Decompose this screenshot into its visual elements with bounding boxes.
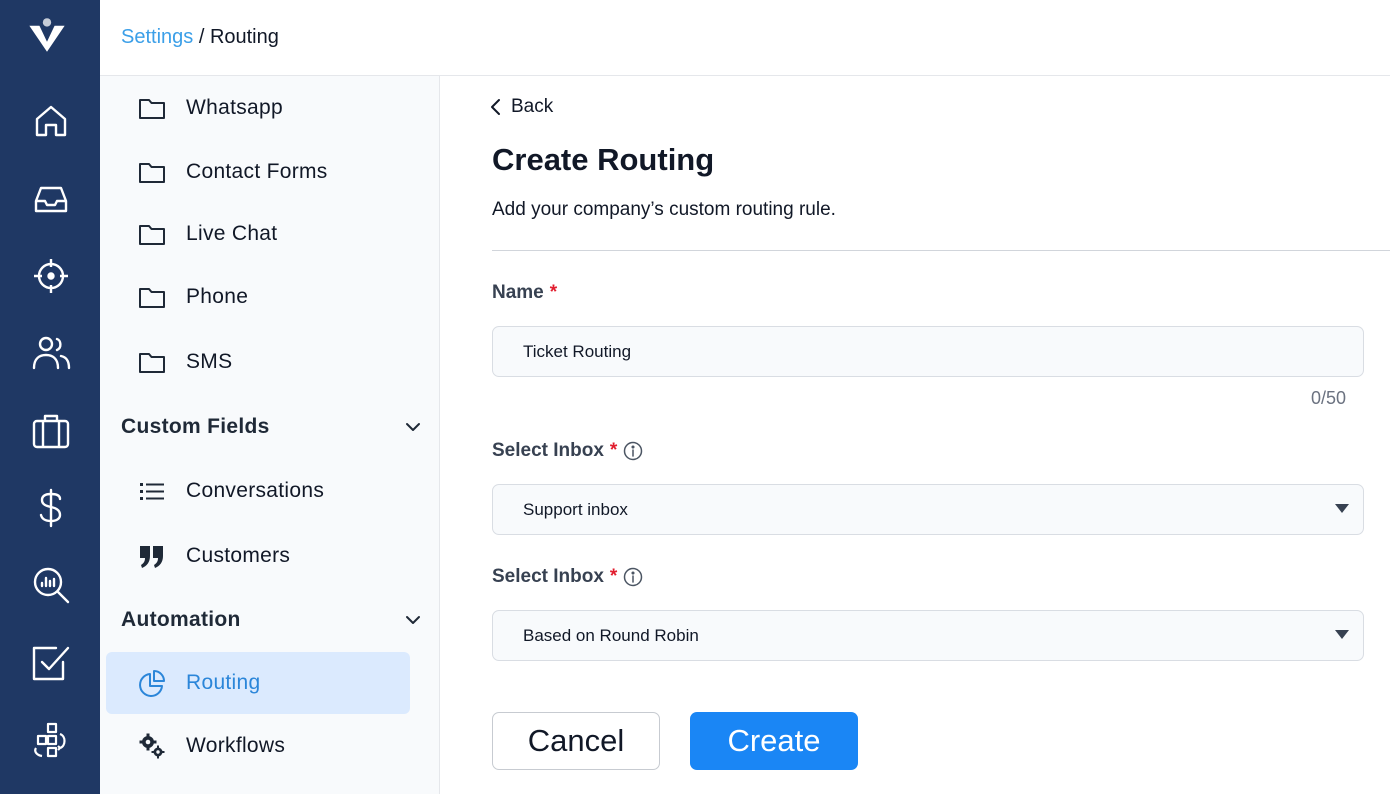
sidebar-item-label: Live Chat — [186, 222, 278, 245]
folder-icon — [138, 348, 166, 376]
sidebar-item-conversations[interactable]: Conversations — [106, 460, 410, 522]
create-button[interactable]: Create — [690, 712, 858, 770]
nav-target[interactable] — [30, 255, 72, 297]
app-rail — [0, 0, 100, 794]
required-marker: * — [609, 566, 618, 587]
sidebar-item-whatsapp[interactable]: Whatsapp — [106, 77, 410, 139]
back-link[interactable]: Back — [489, 96, 553, 118]
caret-down-icon — [1335, 504, 1349, 513]
folder-icon — [138, 220, 166, 248]
sidebar-item-customers[interactable]: Customers — [106, 525, 410, 587]
required-marker: * — [549, 282, 558, 303]
gears-icon — [138, 732, 166, 760]
name-input[interactable]: Ticket Routing — [492, 326, 1364, 377]
breadcrumb: Settings / Routing — [121, 26, 279, 49]
inbox-select-value: Support inbox — [523, 499, 628, 519]
breadcrumb-separator: / — [193, 26, 210, 48]
analytics-search-icon — [33, 567, 70, 604]
name-input-value: Ticket Routing — [523, 341, 632, 361]
nav-tasks[interactable] — [30, 642, 72, 684]
nav-home[interactable] — [30, 100, 72, 142]
folder-icon — [138, 94, 166, 122]
list-icon — [138, 477, 166, 505]
sidebar-item-phone[interactable]: Phone — [106, 266, 410, 328]
back-label: Back — [511, 96, 554, 117]
required-marker: * — [609, 440, 618, 461]
folder-icon — [138, 283, 166, 311]
target-icon — [34, 259, 68, 293]
flow-icon — [34, 722, 66, 758]
sidebar-item-routing[interactable]: Routing — [106, 652, 410, 714]
users-icon — [32, 336, 71, 370]
sidebar-item-label: Customers — [186, 544, 291, 567]
inbox-label: Select Inbox * — [492, 440, 643, 462]
sidebar-item-label: SMS — [186, 350, 233, 373]
inbox-label-text: Select Inbox — [492, 440, 604, 461]
method-select[interactable]: Based on Round Robin — [492, 610, 1364, 661]
sidebar-item-label: Conversations — [186, 479, 325, 502]
section-title: Automation — [121, 608, 241, 631]
app-logo[interactable] — [26, 14, 76, 64]
method-label: Select Inbox * — [492, 566, 643, 588]
sidebar-item-live-chat[interactable]: Live Chat — [106, 203, 410, 265]
divider — [492, 250, 1390, 251]
inbox-icon — [34, 186, 68, 213]
sidebar-item-label: Routing — [186, 671, 261, 694]
logo-icon — [29, 18, 65, 52]
folder-icon — [138, 158, 166, 186]
nav-billing[interactable] — [30, 487, 72, 529]
briefcase-icon — [32, 414, 70, 449]
top-header: Settings / Routing — [100, 0, 1390, 76]
sidebar-item-label: Whatsapp — [186, 96, 283, 119]
chevron-down-icon — [406, 423, 420, 431]
nav-briefcase[interactable] — [30, 410, 72, 452]
caret-down-icon — [1335, 630, 1349, 639]
section-custom-fields[interactable]: Custom Fields — [121, 407, 423, 447]
page-title: Create Routing — [492, 142, 715, 177]
info-icon[interactable] — [623, 567, 643, 587]
page-subtitle: Add your company’s custom routing rule. — [492, 199, 836, 220]
section-title: Custom Fields — [121, 415, 270, 438]
home-icon — [35, 105, 67, 137]
method-label-text: Select Inbox — [492, 566, 604, 587]
nav-flows[interactable] — [30, 720, 72, 762]
nav-users[interactable] — [30, 332, 72, 374]
sidebar-item-label: Phone — [186, 285, 249, 308]
checkbox-icon — [32, 646, 70, 681]
quote-icon — [138, 542, 166, 570]
dollar-icon — [39, 488, 62, 528]
nav-inbox[interactable] — [30, 178, 72, 220]
settings-sidebar: Whatsapp Contact Forms Live Chat Phone S… — [100, 76, 440, 794]
inbox-select[interactable]: Support inbox — [492, 484, 1364, 535]
pie-chart-icon — [138, 669, 166, 697]
sidebar-item-workflows[interactable]: Workflows — [106, 715, 410, 777]
cancel-button[interactable]: Cancel — [492, 712, 660, 770]
breadcrumb-settings-link[interactable]: Settings — [121, 26, 193, 48]
sidebar-item-contact-forms[interactable]: Contact Forms — [106, 141, 410, 203]
method-select-value: Based on Round Robin — [523, 625, 699, 645]
sidebar-item-sms[interactable]: SMS — [106, 331, 410, 393]
section-automation[interactable]: Automation — [121, 600, 423, 640]
sidebar-item-label: Workflows — [186, 734, 286, 757]
chevron-down-icon — [406, 616, 420, 624]
main-content: Back Create Routing Add your company’s c… — [441, 76, 1390, 794]
breadcrumb-current: Routing — [209, 26, 279, 48]
info-icon[interactable] — [623, 441, 643, 461]
name-label: Name * — [492, 282, 557, 304]
sidebar-item-label: Contact Forms — [186, 160, 328, 183]
nav-analytics[interactable] — [30, 564, 72, 606]
chevron-left-icon — [491, 99, 500, 115]
name-label-text: Name — [492, 282, 544, 303]
name-char-counter: 0/50 — [1311, 388, 1347, 408]
